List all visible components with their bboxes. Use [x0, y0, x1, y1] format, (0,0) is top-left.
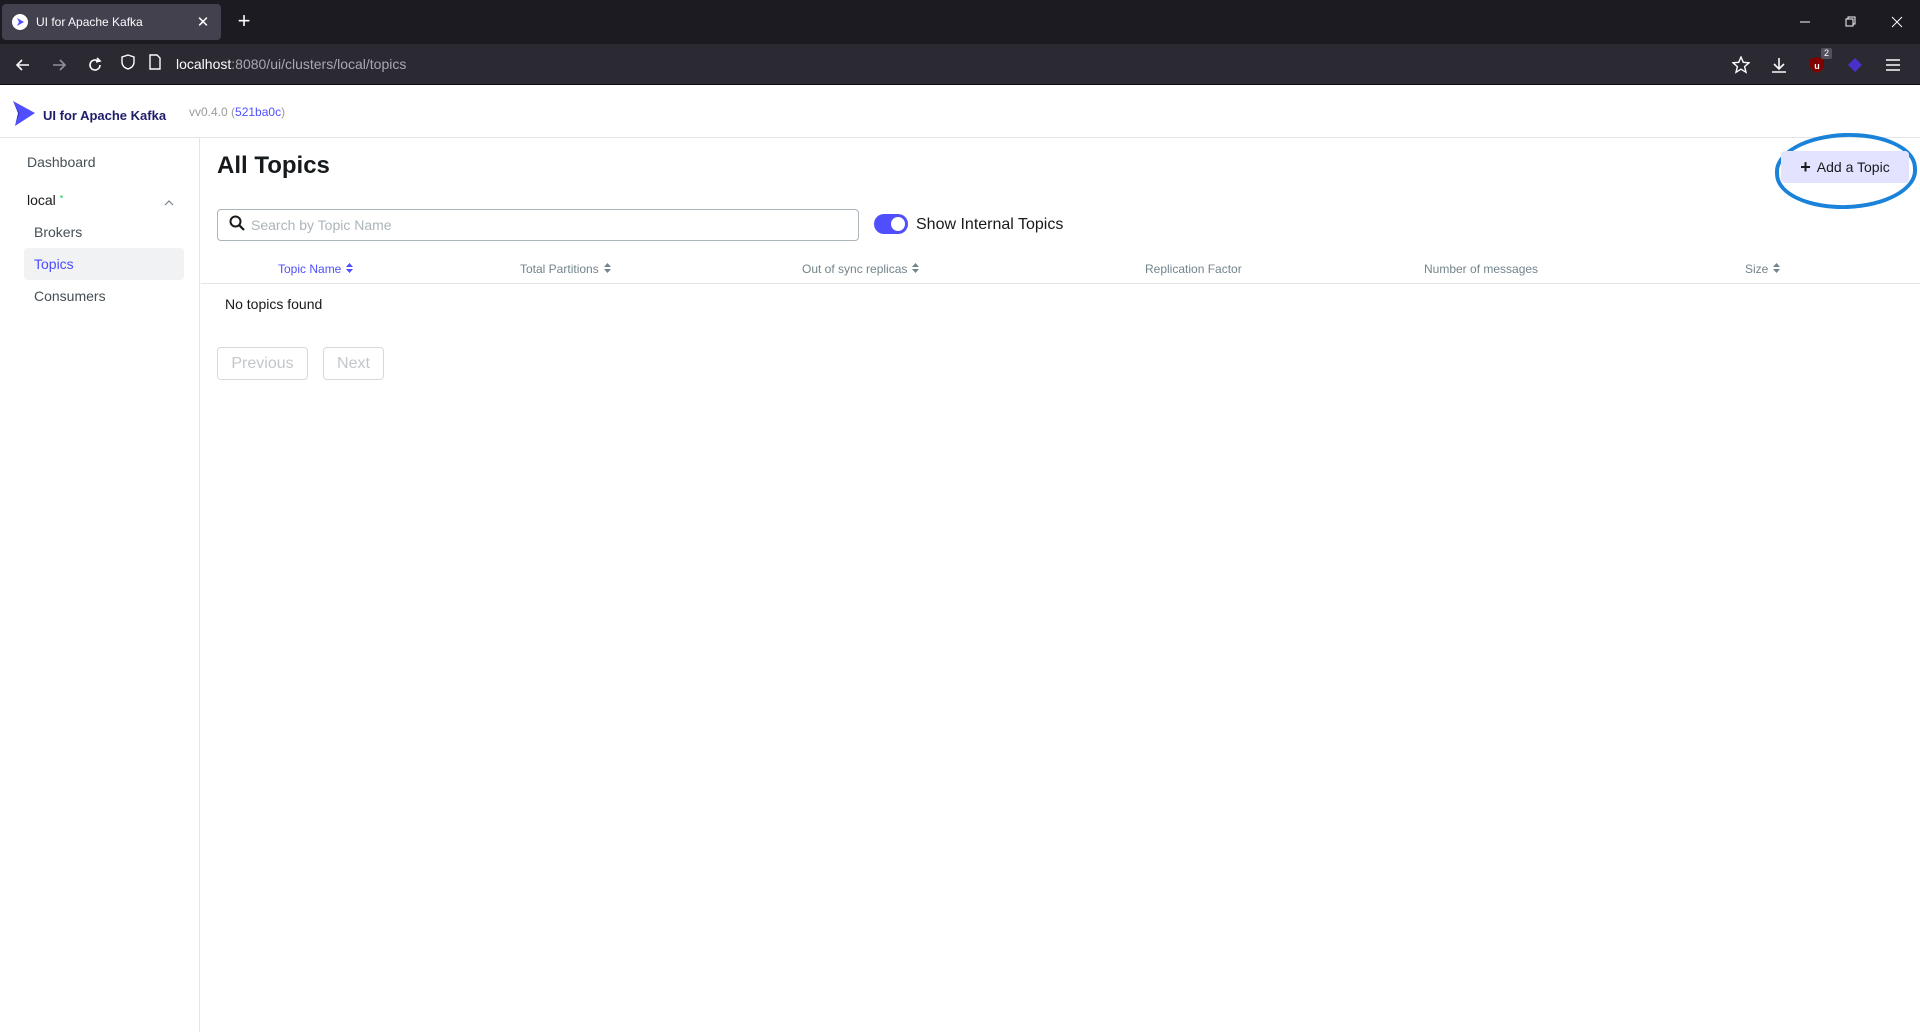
extension-badge: 2	[1820, 48, 1832, 59]
back-icon[interactable]	[10, 52, 36, 78]
main-content: All Topics + Add a Topic Show Internal T…	[201, 130, 1920, 1032]
reload-icon[interactable]	[82, 52, 108, 78]
url-host: localhost	[176, 56, 232, 72]
search-input[interactable]	[251, 211, 858, 239]
app-version: vv0.4.0 (521ba0c)	[189, 105, 285, 119]
column-topic-name[interactable]: Topic Name	[278, 262, 354, 276]
url-text: localhost:8080/ui/clusters/local/topics	[176, 56, 406, 72]
bookmark-star-icon[interactable]	[1728, 52, 1754, 78]
svg-text:u: u	[1814, 61, 1820, 71]
browser-tab[interactable]: UI for Apache Kafka ✕	[2, 4, 221, 40]
app-header: UI for Apache Kafka vv0.4.0 (521ba0c)	[0, 85, 1920, 138]
table-header: Topic Name Total Partitions Out of sync …	[201, 252, 1920, 284]
kafka-logo-icon	[11, 99, 37, 132]
column-out-of-sync-replicas[interactable]: Out of sync replicas	[802, 262, 920, 276]
sidebar-item-dashboard[interactable]: Dashboard	[17, 146, 177, 178]
sort-icon	[603, 262, 611, 276]
sort-icon	[912, 262, 920, 276]
add-topic-button[interactable]: + Add a Topic	[1781, 151, 1909, 183]
tab-title: UI for Apache Kafka	[36, 15, 143, 29]
new-tab-icon[interactable]: +	[232, 10, 256, 34]
downloads-icon[interactable]	[1766, 52, 1792, 78]
column-number-of-messages: Number of messages	[1424, 262, 1538, 276]
browser-nav-bar: localhost:8080/ui/clusters/local/topics …	[0, 44, 1920, 85]
ublock-extension-icon[interactable]: u 2	[1804, 48, 1832, 78]
column-label: Topic Name	[278, 262, 342, 276]
plus-icon: +	[1800, 157, 1811, 177]
minimize-icon[interactable]	[1782, 0, 1828, 44]
address-bar[interactable]: localhost:8080/ui/clusters/local/topics	[120, 48, 1750, 80]
column-label: Total Partitions	[520, 262, 599, 276]
column-label: Number of messages	[1424, 262, 1539, 276]
tab-close-icon[interactable]: ✕	[195, 13, 211, 31]
sort-icon	[1773, 262, 1781, 276]
internal-topics-toggle[interactable]	[874, 214, 908, 234]
toggle-knob	[891, 217, 905, 231]
column-replication-factor: Replication Factor	[1145, 262, 1242, 276]
chevron-up-icon[interactable]	[164, 194, 174, 210]
version-number: vv0.4.0 (	[189, 105, 236, 119]
browser-tab-bar: UI for Apache Kafka ✕ +	[0, 0, 1920, 44]
page-info-icon[interactable]	[148, 53, 162, 75]
shield-icon[interactable]	[120, 53, 136, 75]
app-name: UI for Apache Kafka	[43, 108, 167, 123]
sort-icon	[346, 262, 354, 276]
commit-link[interactable]: 521ba0c	[235, 105, 281, 119]
forward-icon[interactable]	[46, 52, 72, 78]
menu-hamburger-icon[interactable]	[1880, 52, 1906, 78]
browser-toolbar: u 2	[1728, 48, 1906, 78]
previous-page-button[interactable]: Previous	[217, 347, 308, 380]
add-topic-label: Add a Topic	[1816, 159, 1890, 175]
internal-topics-label: Show Internal Topics	[916, 216, 1064, 233]
sidebar-item-topics[interactable]: Topics	[24, 248, 184, 280]
extension-icon[interactable]	[1842, 52, 1868, 78]
column-label: Size	[1745, 262, 1769, 276]
column-size[interactable]: Size	[1745, 262, 1781, 276]
next-page-button[interactable]: Next	[323, 347, 384, 380]
close-window-icon[interactable]	[1874, 0, 1920, 44]
column-total-partitions[interactable]: Total Partitions	[520, 262, 611, 276]
sidebar-item-consumers[interactable]: Consumers	[24, 280, 184, 312]
empty-table-message: No topics found	[225, 296, 323, 312]
sidebar-item-brokers[interactable]: Brokers	[24, 216, 184, 248]
url-path: :8080/ui/clusters/local/topics	[231, 56, 407, 72]
search-box[interactable]	[217, 209, 859, 241]
version-close: )	[281, 105, 286, 119]
column-label: Replication Factor	[1145, 262, 1242, 276]
app-logo[interactable]: UI for Apache Kafka	[11, 99, 166, 132]
column-label: Out of sync replicas	[802, 262, 908, 276]
kafka-favicon-icon	[12, 14, 28, 30]
page-title: All Topics	[217, 152, 330, 179]
sidebar: Dashboard local • Brokers Topics Consume…	[0, 138, 200, 1032]
sidebar-cluster-local[interactable]: local •	[17, 184, 184, 216]
restore-icon[interactable]	[1828, 0, 1874, 44]
search-icon	[229, 215, 245, 236]
window-controls	[1782, 0, 1920, 44]
cluster-status-dot-icon: •	[59, 191, 64, 203]
cluster-name: local	[27, 192, 56, 208]
